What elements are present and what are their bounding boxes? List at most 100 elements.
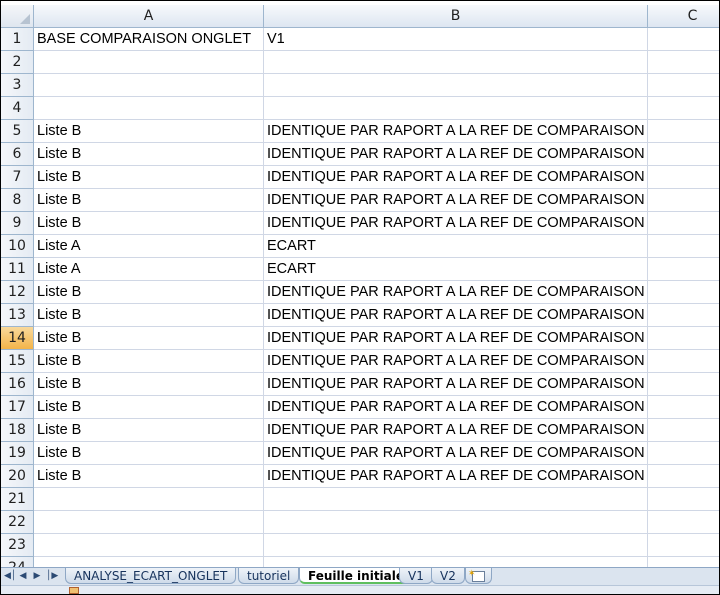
row-header-20[interactable]: 20	[1, 465, 34, 488]
cell-c7[interactable]	[648, 166, 719, 189]
cell-b6[interactable]: IDENTIQUE PAR RAPORT A LA REF DE COMPARA…	[264, 143, 648, 166]
cell-c17[interactable]	[648, 396, 719, 419]
cell-c22[interactable]	[648, 511, 719, 534]
cell-b10[interactable]: ECART	[264, 235, 648, 258]
cell-a7[interactable]: Liste B	[34, 166, 264, 189]
cell-b20[interactable]: IDENTIQUE PAR RAPORT A LA REF DE COMPARA…	[264, 465, 648, 488]
sheet-tab-5[interactable]: V2	[431, 568, 465, 584]
row-header-24[interactable]: 24	[1, 557, 34, 567]
cell-b15[interactable]: IDENTIQUE PAR RAPORT A LA REF DE COMPARA…	[264, 350, 648, 373]
row-header-2[interactable]: 2	[1, 51, 34, 74]
cell-b24[interactable]	[264, 557, 648, 567]
cell-a20[interactable]: Liste B	[34, 465, 264, 488]
cell-c2[interactable]	[648, 51, 719, 74]
cell-b2[interactable]	[264, 51, 648, 74]
macro-record-icon[interactable]	[69, 587, 79, 594]
cell-b16[interactable]: IDENTIQUE PAR RAPORT A LA REF DE COMPARA…	[264, 373, 648, 396]
cell-c15[interactable]	[648, 350, 719, 373]
cell-a1[interactable]: BASE COMPARAISON ONGLET	[34, 28, 264, 51]
cell-b7[interactable]: IDENTIQUE PAR RAPORT A LA REF DE COMPARA…	[264, 166, 648, 189]
cell-c24[interactable]	[648, 557, 719, 567]
cell-c14[interactable]	[648, 327, 719, 350]
cell-a8[interactable]: Liste B	[34, 189, 264, 212]
cell-a19[interactable]: Liste B	[34, 442, 264, 465]
row-header-14[interactable]: 14	[1, 327, 34, 350]
cell-b4[interactable]	[264, 97, 648, 120]
cell-c3[interactable]	[648, 74, 719, 97]
cell-a15[interactable]: Liste B	[34, 350, 264, 373]
last-sheet-icon[interactable]: │▶	[46, 569, 58, 583]
cell-c8[interactable]	[648, 189, 719, 212]
prev-sheet-icon[interactable]: ◀	[18, 569, 28, 583]
column-header-b[interactable]: B	[264, 5, 648, 28]
row-header-7[interactable]: 7	[1, 166, 34, 189]
row-header-6[interactable]: 6	[1, 143, 34, 166]
cell-a12[interactable]: Liste B	[34, 281, 264, 304]
insert-sheet-button[interactable]: ✶	[465, 568, 492, 584]
column-header-a[interactable]: A	[34, 5, 264, 28]
cell-b13[interactable]: IDENTIQUE PAR RAPORT A LA REF DE COMPARA…	[264, 304, 648, 327]
row-header-12[interactable]: 12	[1, 281, 34, 304]
cell-c11[interactable]	[648, 258, 719, 281]
cell-a5[interactable]: Liste B	[34, 120, 264, 143]
row-header-13[interactable]: 13	[1, 304, 34, 327]
row-header-11[interactable]: 11	[1, 258, 34, 281]
row-header-5[interactable]: 5	[1, 120, 34, 143]
cell-a14[interactable]: Liste B	[34, 327, 264, 350]
cell-b12[interactable]: IDENTIQUE PAR RAPORT A LA REF DE COMPARA…	[264, 281, 648, 304]
sheet-tab-1[interactable]: ANALYSE_ECART_ONGLET	[65, 568, 237, 584]
cell-a9[interactable]: Liste B	[34, 212, 264, 235]
cell-a6[interactable]: Liste B	[34, 143, 264, 166]
cell-c18[interactable]	[648, 419, 719, 442]
sheet-tab-3[interactable]: Feuille initiale	[299, 568, 414, 584]
cell-b11[interactable]: ECART	[264, 258, 648, 281]
cell-b22[interactable]	[264, 511, 648, 534]
row-header-4[interactable]: 4	[1, 97, 34, 120]
row-header-21[interactable]: 21	[1, 488, 34, 511]
first-sheet-icon[interactable]: ◀│	[4, 569, 16, 583]
cell-c16[interactable]	[648, 373, 719, 396]
cell-c6[interactable]	[648, 143, 719, 166]
cell-b19[interactable]: IDENTIQUE PAR RAPORT A LA REF DE COMPARA…	[264, 442, 648, 465]
row-header-1[interactable]: 1	[1, 28, 34, 51]
cell-c9[interactable]	[648, 212, 719, 235]
sheet-tab-2[interactable]: tutoriel	[238, 568, 300, 584]
row-header-16[interactable]: 16	[1, 373, 34, 396]
row-header-15[interactable]: 15	[1, 350, 34, 373]
cell-a24[interactable]	[34, 557, 264, 567]
cell-c21[interactable]	[648, 488, 719, 511]
cell-a4[interactable]	[34, 97, 264, 120]
cell-c5[interactable]	[648, 120, 719, 143]
column-header-c[interactable]: C	[648, 5, 719, 28]
cell-b14[interactable]: IDENTIQUE PAR RAPORT A LA REF DE COMPARA…	[264, 327, 648, 350]
cell-a3[interactable]	[34, 74, 264, 97]
cell-b21[interactable]	[264, 488, 648, 511]
cell-b18[interactable]: IDENTIQUE PAR RAPORT A LA REF DE COMPARA…	[264, 419, 648, 442]
cell-b8[interactable]: IDENTIQUE PAR RAPORT A LA REF DE COMPARA…	[264, 189, 648, 212]
row-header-22[interactable]: 22	[1, 511, 34, 534]
cell-a23[interactable]	[34, 534, 264, 557]
row-header-8[interactable]: 8	[1, 189, 34, 212]
row-header-10[interactable]: 10	[1, 235, 34, 258]
cell-c12[interactable]	[648, 281, 719, 304]
cell-a11[interactable]: Liste A	[34, 258, 264, 281]
cell-a21[interactable]	[34, 488, 264, 511]
cell-a10[interactable]: Liste A	[34, 235, 264, 258]
sheet-tab-4[interactable]: V1	[399, 568, 433, 584]
row-header-18[interactable]: 18	[1, 419, 34, 442]
cell-a16[interactable]: Liste B	[34, 373, 264, 396]
cell-c19[interactable]	[648, 442, 719, 465]
cell-b17[interactable]: IDENTIQUE PAR RAPORT A LA REF DE COMPARA…	[264, 396, 648, 419]
cell-a17[interactable]: Liste B	[34, 396, 264, 419]
cell-c20[interactable]	[648, 465, 719, 488]
cell-c10[interactable]	[648, 235, 719, 258]
cell-a13[interactable]: Liste B	[34, 304, 264, 327]
cell-b3[interactable]	[264, 74, 648, 97]
select-all-corner[interactable]	[1, 5, 34, 28]
cell-c23[interactable]	[648, 534, 719, 557]
cell-c4[interactable]	[648, 97, 719, 120]
row-header-9[interactable]: 9	[1, 212, 34, 235]
cell-c1[interactable]	[648, 28, 719, 51]
cell-a2[interactable]	[34, 51, 264, 74]
cell-a22[interactable]	[34, 511, 264, 534]
